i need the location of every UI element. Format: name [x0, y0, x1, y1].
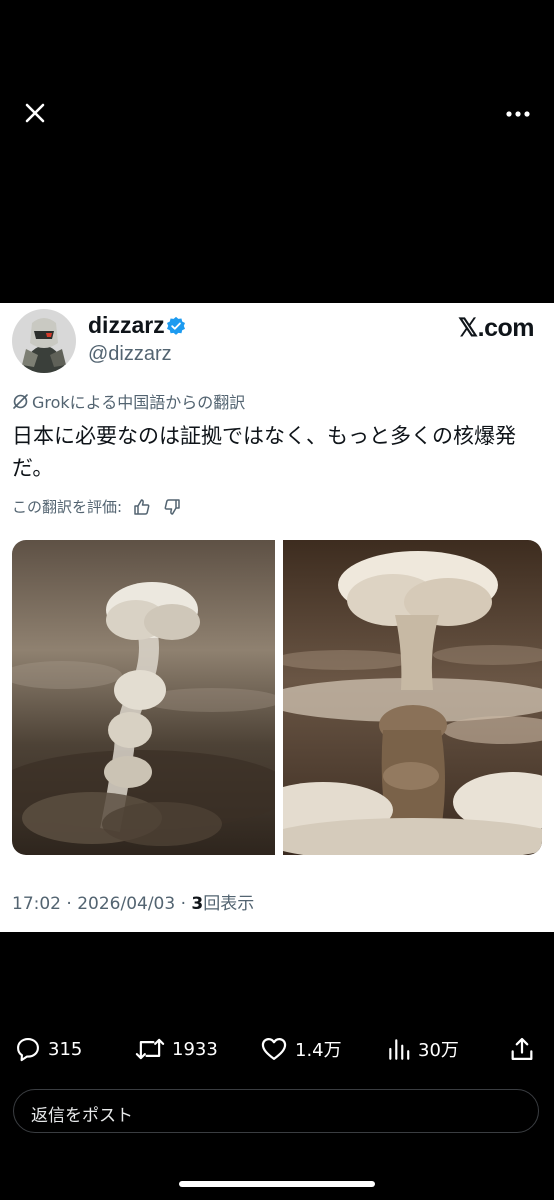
rate-translation: この翻訳を評価:: [12, 496, 182, 517]
close-button[interactable]: [20, 98, 50, 128]
reply-button[interactable]: 315: [14, 1034, 82, 1064]
avatar[interactable]: [12, 309, 76, 373]
view-count-label: 回表示: [203, 894, 255, 914]
views-count: 30万: [418, 1040, 459, 1061]
grok-icon: [13, 393, 28, 409]
like-count: 1.4万: [295, 1040, 342, 1061]
post-metadata: 17:02 · 2026/04/03 · 3回表示: [12, 889, 254, 914]
like-button[interactable]: 1.4万: [259, 1034, 342, 1064]
user-handle[interactable]: @dizzarz: [88, 343, 172, 366]
share-button[interactable]: [508, 1034, 542, 1064]
close-icon: [25, 103, 45, 123]
rate-translation-label: この翻訳を評価:: [12, 498, 123, 516]
analytics-icon: [389, 1039, 410, 1060]
share-icon: [511, 1037, 533, 1061]
heart-icon: [261, 1037, 287, 1061]
reply-icon: [17, 1038, 39, 1062]
repost-count: 1933: [172, 1038, 218, 1060]
reply-count: 315: [48, 1038, 83, 1060]
reply-placeholder: 返信をポスト: [31, 1106, 133, 1126]
home-indicator[interactable]: [179, 1181, 375, 1187]
view-count: 3: [191, 894, 204, 914]
post-timestamp[interactable]: 17:02 · 2026/04/03 ·: [12, 894, 191, 914]
reply-input[interactable]: 返信をポスト: [13, 1089, 539, 1133]
repost-button[interactable]: 1933: [134, 1034, 218, 1064]
post-card: dizzarz @dizzarz 𝕏.com Grokによる中国語からの翻訳 日…: [0, 303, 554, 932]
verified-badge-icon: [167, 316, 185, 335]
more-options-button[interactable]: [500, 100, 536, 128]
translation-notice[interactable]: Grokによる中国語からの翻訳: [12, 389, 245, 413]
display-name[interactable]: dizzarz: [88, 312, 165, 339]
media-viewer-top-bar: [0, 0, 554, 303]
translation-label: Grokによる中国語からの翻訳: [32, 393, 246, 412]
thumbs-up-icon[interactable]: [132, 497, 152, 517]
repost-icon: [135, 1038, 165, 1060]
thumbs-down-icon[interactable]: [162, 497, 182, 517]
post-text: 日本に必要なのは証拠ではなく、もっと多くの核爆発だ。: [12, 424, 516, 480]
views-button[interactable]: 30万: [386, 1034, 459, 1064]
site-brand: 𝕏.com: [458, 314, 535, 342]
more-horizontal-icon: [506, 111, 530, 117]
mushroom-cloud-photo-left[interactable]: [12, 540, 275, 855]
mushroom-cloud-photo-right[interactable]: [283, 540, 542, 855]
